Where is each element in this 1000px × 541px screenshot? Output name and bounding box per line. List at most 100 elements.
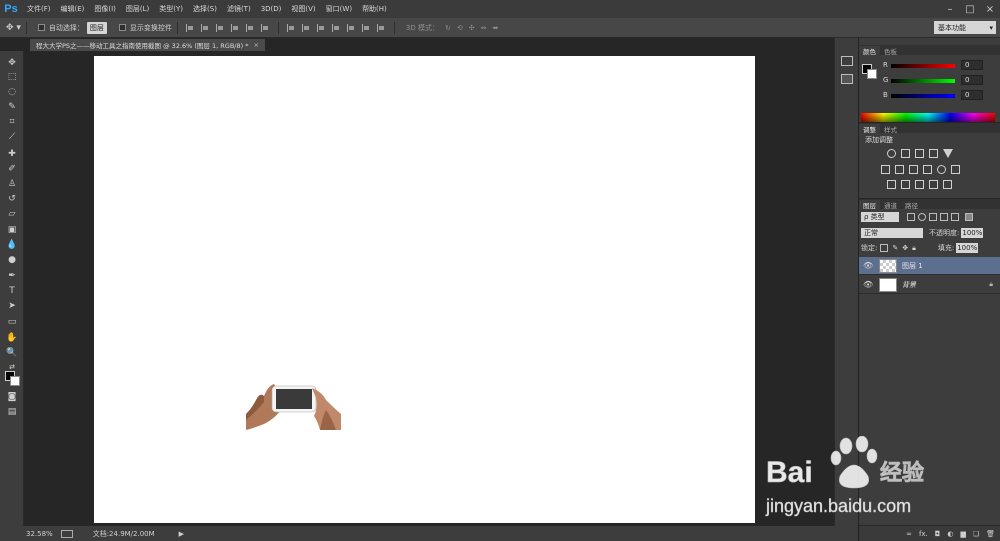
layer-row[interactable]: 👁︎ 背景 🔒︎ xyxy=(859,276,1000,294)
lasso-tool-icon[interactable]: ◌ xyxy=(6,86,18,98)
tab-channels[interactable]: 通道 xyxy=(880,200,901,210)
photo-filter-icon[interactable] xyxy=(923,165,932,174)
exposure-icon[interactable] xyxy=(929,149,938,158)
blend-mode-dropdown[interactable]: 正常 xyxy=(861,228,923,238)
selective-color-icon[interactable] xyxy=(929,180,938,189)
pen-tool-icon[interactable]: ✒ xyxy=(6,270,18,282)
workspace-switcher[interactable]: 基本功能 ▾ xyxy=(934,21,996,34)
brush-tool-icon[interactable]: ✐ xyxy=(6,163,18,175)
lock-image-icon[interactable]: ✎ xyxy=(892,244,898,252)
minimize-icon[interactable]: – xyxy=(940,0,960,18)
align-hcenter-icon[interactable] xyxy=(245,23,255,32)
distribute-right-icon[interactable] xyxy=(361,23,371,32)
threshold-icon[interactable] xyxy=(915,180,924,189)
clone-stamp-tool-icon[interactable]: ♙ xyxy=(6,178,18,190)
tab-color[interactable]: 颜色 xyxy=(859,46,880,56)
dodge-tool-icon[interactable]: ● xyxy=(6,254,18,266)
quick-mask-icon[interactable]: ◙ xyxy=(6,391,18,403)
distribute-vcenter-icon[interactable] xyxy=(301,23,311,32)
lock-position-icon[interactable]: ✥ xyxy=(902,244,908,252)
auto-align-icon[interactable] xyxy=(376,23,386,32)
type-tool-icon[interactable]: T xyxy=(6,285,18,297)
posterize-icon[interactable] xyxy=(901,180,910,189)
background-color-swatch[interactable] xyxy=(10,376,20,386)
layer-filter-dropdown[interactable]: ρ 类型 xyxy=(861,212,899,222)
align-vcenter-icon[interactable] xyxy=(200,23,210,32)
green-channel-value[interactable]: 0 xyxy=(961,75,983,85)
menu-image[interactable]: 图像(I) xyxy=(89,4,121,14)
path-select-tool-icon[interactable]: ➤ xyxy=(6,300,18,312)
move-tool-preset-icon[interactable]: ✥ ▾ xyxy=(6,23,21,33)
align-right-icon[interactable] xyxy=(260,23,270,32)
auto-select-checkbox[interactable] xyxy=(37,24,45,31)
close-tab-icon[interactable]: × xyxy=(253,41,258,49)
properties-panel-icon[interactable] xyxy=(841,74,853,84)
tab-paths[interactable]: 路径 xyxy=(901,200,922,210)
visibility-eye-icon[interactable]: 👁︎ xyxy=(863,261,873,270)
hands-holding-phone-image[interactable] xyxy=(246,378,341,430)
adjustment-icon[interactable]: ◐ xyxy=(947,530,953,538)
3d-slide-icon[interactable]: ⇔ xyxy=(481,24,487,32)
hue-saturation-icon[interactable] xyxy=(881,165,890,174)
new-layer-icon[interactable]: ❏ xyxy=(973,530,979,538)
vibrance-icon[interactable] xyxy=(943,149,953,158)
filter-type-icon[interactable] xyxy=(929,213,937,221)
shape-tool-icon[interactable]: ▭ xyxy=(6,316,18,328)
auto-select-dropdown[interactable]: 图层 xyxy=(86,21,107,34)
menu-select[interactable]: 选择(S) xyxy=(188,4,222,14)
fx-icon[interactable]: fx. xyxy=(919,530,928,538)
align-left-icon[interactable] xyxy=(230,23,240,32)
menu-help[interactable]: 帮助(H) xyxy=(357,4,392,14)
filter-toggle-icon[interactable] xyxy=(965,213,973,221)
distribute-bottom-icon[interactable] xyxy=(316,23,326,32)
blue-channel-slider[interactable] xyxy=(891,94,955,98)
eraser-tool-icon[interactable]: ▱ xyxy=(6,208,18,220)
crop-tool-icon[interactable]: ⌗ xyxy=(6,116,18,128)
filter-shape-icon[interactable] xyxy=(940,213,948,221)
document-tab[interactable]: 程大大学PS之——移动工具之指南使用截图 @ 32.6% (图层 1, RGB/… xyxy=(30,39,265,51)
filter-smart-object-icon[interactable] xyxy=(951,213,959,221)
lock-transparent-icon[interactable] xyxy=(880,244,889,252)
distribute-left-icon[interactable] xyxy=(331,23,341,32)
document-canvas[interactable] xyxy=(94,56,755,523)
3d-roll-icon[interactable]: ⟲ xyxy=(457,24,463,32)
trash-icon[interactable]: 🗑︎ xyxy=(986,530,995,538)
history-brush-tool-icon[interactable]: ↺ xyxy=(6,193,18,205)
hand-tool-icon[interactable]: ✋ xyxy=(6,332,18,344)
gradient-map-icon[interactable] xyxy=(943,180,952,189)
menu-layer[interactable]: 图层(L) xyxy=(121,4,154,14)
fill-input[interactable]: 100% xyxy=(956,243,979,253)
levels-icon[interactable] xyxy=(901,149,910,158)
tab-swatches[interactable]: 色板 xyxy=(880,46,901,56)
maximize-icon[interactable]: □ xyxy=(960,0,980,18)
filter-adjustment-icon[interactable] xyxy=(918,213,926,221)
align-top-icon[interactable] xyxy=(185,23,195,32)
menu-file[interactable]: 文件(F) xyxy=(22,4,56,14)
show-transform-option[interactable]: 显示变换控件 xyxy=(118,23,172,33)
distribute-top-icon[interactable] xyxy=(286,23,296,32)
align-bottom-icon[interactable] xyxy=(215,23,225,32)
red-channel-value[interactable]: 0 xyxy=(961,60,983,70)
channel-mixer-icon[interactable] xyxy=(937,165,946,174)
blue-channel-value[interactable]: 0 xyxy=(961,90,983,100)
menu-3d[interactable]: 3D(D) xyxy=(256,5,287,13)
3d-rotate-icon[interactable]: ↻ xyxy=(445,24,451,32)
tab-styles[interactable]: 样式 xyxy=(880,124,901,134)
menu-edit[interactable]: 编辑(E) xyxy=(56,4,90,14)
curves-icon[interactable] xyxy=(915,149,924,158)
invert-icon[interactable] xyxy=(887,180,896,189)
show-transform-checkbox[interactable] xyxy=(118,24,126,31)
menu-type[interactable]: 类型(Y) xyxy=(154,4,188,14)
gradient-tool-icon[interactable]: ▣ xyxy=(6,224,18,236)
visibility-eye-icon[interactable]: 👁︎ xyxy=(863,280,873,289)
opacity-input[interactable]: 100% xyxy=(961,228,984,238)
color-lookup-icon[interactable] xyxy=(951,165,960,174)
3d-pan-icon[interactable]: ✣ xyxy=(469,24,475,32)
folder-icon[interactable]: ▆ xyxy=(960,530,965,538)
history-panel-icon[interactable] xyxy=(841,56,853,66)
menu-window[interactable]: 窗口(W) xyxy=(321,4,357,14)
distribute-hcenter-icon[interactable] xyxy=(346,23,356,32)
green-channel-slider[interactable] xyxy=(891,79,955,83)
menu-view[interactable]: 视图(V) xyxy=(286,4,320,14)
close-icon[interactable]: × xyxy=(980,0,1000,18)
